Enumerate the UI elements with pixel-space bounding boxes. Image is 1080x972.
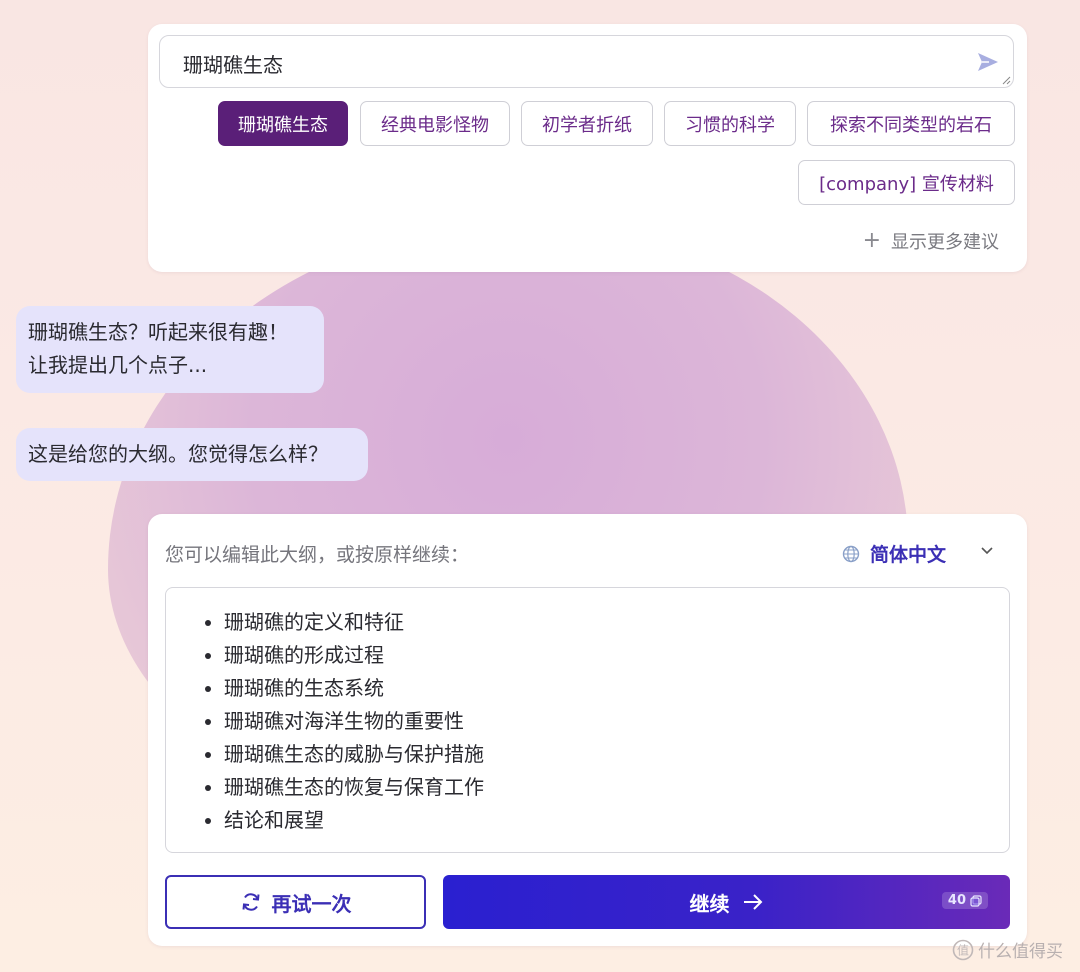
svg-text:值: 值 [957,942,969,957]
assistant-message-2: 这是给您的大纲。您觉得怎么样？ [16,428,368,481]
outline-item[interactable]: 珊瑚礁的定义和特征 [224,606,1009,639]
credit-count: 40 [947,893,966,908]
prompt-input[interactable]: 珊瑚礁生态 [159,35,1014,88]
suggestion-chip-1[interactable]: 经典电影怪物 [360,101,510,146]
language-selector[interactable]: 简体中文 [842,540,946,567]
outline-hint: 您可以编辑此大纲，或按原样继续： [165,544,470,566]
watermark-logo-icon: 值 [952,939,974,960]
suggestion-chip-label: 初学者折纸 [542,114,632,136]
show-more-label: 显示更多建议 [891,232,999,253]
refresh-icon [242,893,259,911]
watermark-text: 什么值得买 [978,942,1063,962]
outline-item[interactable]: 珊瑚礁对海洋生物的重要性 [224,705,1009,738]
plus-icon: + [862,228,881,253]
chevron-down-icon[interactable] [980,546,994,556]
show-more-suggestions[interactable]: + 显示更多建议 [863,228,999,254]
outline-item[interactable]: 结论和展望 [224,804,1009,837]
assistant-message-1-line-2: 让我提出几个点子... [28,353,208,377]
assistant-message-2-text: 这是给您的大纲。您觉得怎么样？ [28,442,328,466]
suggestion-chip-label: 珊瑚礁生态 [238,114,328,136]
suggestion-chip-0[interactable]: 珊瑚礁生态 [218,101,348,146]
suggestion-chip-label: [company] 宣传材料 [819,173,994,195]
outline-editor[interactable]: 珊瑚礁的定义和特征 珊瑚礁的形成过程 珊瑚礁的生态系统 珊瑚礁对海洋生物的重要性… [165,587,1010,853]
outline-card: 您可以编辑此大纲，或按原样继续： 简体中文 珊瑚礁的定义和特征 珊瑚礁的形成过程… [148,514,1027,946]
send-icon[interactable] [977,52,999,72]
outline-item[interactable]: 珊瑚礁生态的恢复与保育工作 [224,771,1009,804]
suggestion-chip-3[interactable]: 习惯的科学 [664,101,796,146]
resize-handle-icon[interactable] [1001,75,1011,85]
prompt-card: 珊瑚礁生态 珊瑚礁生态 经典电影怪物 初学者折纸 习惯的科学 探索不同类型的岩石… [148,24,1027,272]
suggestion-chip-label: 经典电影怪物 [381,114,489,136]
arrow-right-icon [743,894,762,910]
outline-list: 珊瑚礁的定义和特征 珊瑚礁的形成过程 珊瑚礁的生态系统 珊瑚礁对海洋生物的重要性… [166,588,1009,837]
retry-button[interactable]: 再试一次 [165,875,426,929]
outline-item[interactable]: 珊瑚礁的生态系统 [224,672,1009,705]
assistant-message-1-line-1: 珊瑚礁生态？听起来很有趣！ [28,320,288,344]
assistant-message-1: 珊瑚礁生态？听起来很有趣！ 让我提出几个点子... [16,306,324,393]
credit-badge: 40 [941,892,988,909]
language-label: 简体中文 [870,544,947,566]
outline-item[interactable]: 珊瑚礁的形成过程 [224,639,1009,672]
watermark: 值 什么值得买 [952,937,1063,962]
continue-button[interactable]: 继续 40 [443,875,1010,929]
suggestion-chip-5[interactable]: [company] 宣传材料 [798,160,1015,205]
continue-label: 继续 [689,891,730,916]
suggestion-chip-label: 习惯的科学 [685,114,775,136]
retry-label: 再试一次 [271,891,352,916]
suggestion-chip-label: 探索不同类型的岩石 [830,114,992,136]
suggestion-chip-4[interactable]: 探索不同类型的岩石 [807,101,1015,146]
credit-icon [970,894,982,907]
globe-icon [842,545,860,562]
prompt-input-value[interactable]: 珊瑚礁生态 [183,49,283,78]
outline-item[interactable]: 珊瑚礁生态的威胁与保护措施 [224,738,1009,771]
suggestion-chip-2[interactable]: 初学者折纸 [521,101,653,146]
